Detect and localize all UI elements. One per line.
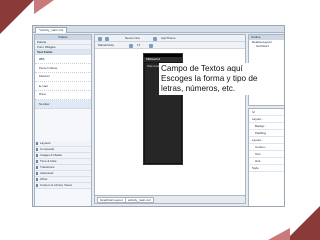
text-field-person-name[interactable]: Person Name: [35, 64, 91, 73]
text-field-plain[interactable]: abc: [35, 55, 91, 64]
text-field-password[interactable]: Password: [35, 73, 91, 82]
property-background[interactable]: Backgr...: [249, 123, 284, 130]
property-style[interactable]: Style: [249, 165, 284, 172]
text-field-phone[interactable]: Phone: [35, 91, 91, 100]
property-text[interactable]: Text: [249, 151, 284, 158]
text-field-email[interactable]: E-mail: [35, 82, 91, 91]
layout-editor: Nexus One AppTheme MainActivity 17 MiDis…: [94, 34, 246, 204]
palette-panel: Palette Palette Form Widgets Text Fields…: [34, 34, 92, 206]
editor-tab-activity-main[interactable]: *activity_main.xml: [35, 27, 68, 33]
text-field-number[interactable]: Number: [35, 100, 91, 109]
property-id[interactable]: Id: [249, 109, 284, 116]
layout-config-icon[interactable]: [105, 36, 109, 41]
slide-corner-decoration: [0, 0, 34, 34]
device-selector[interactable]: Nexus One: [125, 36, 140, 41]
orientation-icon[interactable]: [153, 36, 157, 41]
tab-graphical-layout[interactable]: Graphical Layout: [97, 197, 126, 203]
property-padding[interactable]: Padding: [249, 130, 284, 137]
editor-toolbar-secondary: MainActivity 17: [95, 42, 245, 49]
caption-line-3: letras, números, etc.: [161, 84, 236, 93]
property-layout[interactable]: Layout...: [249, 137, 284, 144]
property-hint[interactable]: Hint: [249, 158, 284, 165]
editor-toolbar: Nexus One AppTheme: [95, 35, 245, 42]
locale-icon[interactable]: [129, 43, 133, 48]
activity-selector[interactable]: MainActivity: [98, 43, 114, 48]
caption-line-1: Campo de Textos aquí: [161, 64, 243, 73]
device-icon: [98, 36, 102, 41]
editor-bottom-tabs: Graphical Layout activity_main.xml: [95, 195, 245, 203]
outline-item-textview[interactable]: textView1: [249, 44, 284, 48]
caption-line-2: Escoges la forma y tipo de: [161, 74, 258, 83]
theme-selector[interactable]: AppTheme: [161, 36, 176, 41]
slide-corner-accent-bottom: [268, 228, 290, 240]
property-layout-params[interactable]: Layout...: [249, 116, 284, 123]
slide-caption: Campo de Textos aquí Escoges la forma y …: [159, 63, 269, 95]
palette-categories: Layouts Composite Images & Media Time & …: [35, 141, 91, 189]
eclipse-screenshot: *activity_main.xml Palette Palette Form …: [32, 25, 285, 207]
tab-xml-source[interactable]: activity_main.xml: [125, 197, 154, 203]
palette-category-custom-library[interactable]: Custom & Library Views: [35, 183, 91, 189]
zoom-icon[interactable]: [149, 43, 153, 48]
slide-corner-accent: [34, 0, 54, 14]
properties-panel: Id Layout... Backgr... Padding Layout...…: [248, 108, 284, 206]
slide-corner-decoration-bottom: [286, 206, 320, 240]
api-level-selector[interactable]: 17: [137, 43, 140, 48]
editor-tab-strip: *activity_main.xml: [33, 26, 284, 33]
app-title-bar: MiDiseño1: [144, 57, 182, 62]
property-content[interactable]: Conten...: [249, 144, 284, 151]
